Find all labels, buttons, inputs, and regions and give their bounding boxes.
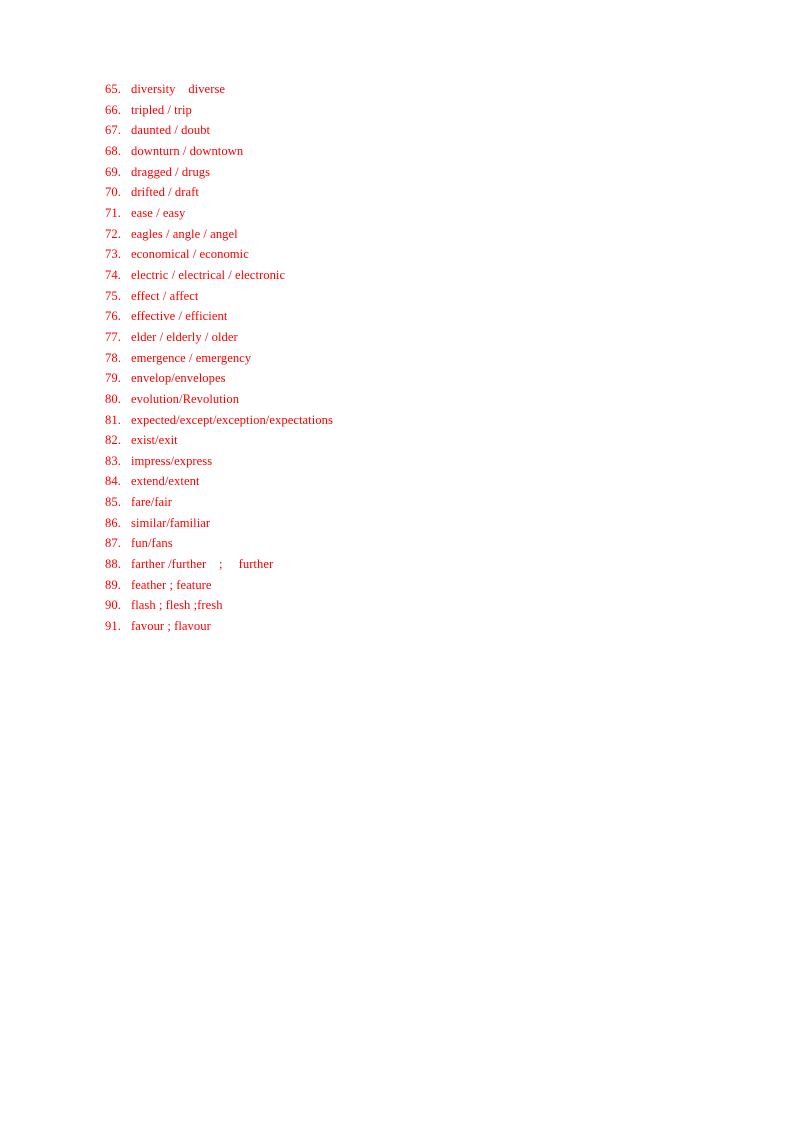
list-item-text: expected/except/exception/expectations [131,412,333,427]
list-item: 88. farther /further ; further [105,554,725,575]
list-item: 86. similar/familiar [105,513,725,534]
list-item-text: effect / affect [131,288,199,303]
list-item-number: 88. [105,557,121,572]
list-item-number: 91. [105,619,121,634]
list-item-number: 82. [105,433,121,448]
list-item: 81. expected/except/exception/expectation… [105,410,725,431]
list-item-number: 75. [105,288,121,303]
list-item: 79. envelop/envelopes [105,368,725,389]
list-item-number: 67. [105,123,121,138]
list-item: 89. feather ; feature [105,575,725,596]
list-item-text: downturn / downtown [131,143,244,158]
list-item-number: 72. [105,226,121,241]
list-item-text: flash ; flesh ;fresh [131,598,223,613]
list-item-text: dragged / drugs [131,164,211,179]
list-item-number: 69. [105,164,121,179]
list-item: 90. flash ; flesh ;fresh [105,595,725,616]
list-item-number: 84. [105,474,121,489]
list-item: 74. electric / electrical / electronic [105,265,725,286]
list-item-number: 70. [105,185,121,200]
list-item: 75. effect / affect [105,286,725,307]
list-item-text: daunted / doubt [131,123,211,138]
vocabulary-list: 65. diversity diverse 66. tripled / trip 67.… [105,79,725,637]
list-item-number: 85. [105,495,121,510]
list-item-text: evolution/Revolution [131,391,240,406]
list-item-number: 76. [105,309,121,324]
list-item-text: exist/exit [131,433,178,448]
list-item: 78. emergence / emergency [105,348,725,369]
list-item-number: 89. [105,577,121,592]
list-item-number: 68. [105,143,121,158]
list-item: 91. favour ; flavour [105,616,725,637]
list-item-number: 66. [105,102,121,117]
list-item: 84. extend/extent [105,471,725,492]
list-item: 83. impress/express [105,451,725,472]
list-item: 72. eagles / angle / angel [105,224,725,245]
list-item-text: drifted / draft [131,185,199,200]
list-item-number: 86. [105,515,121,530]
list-item: 85. fare/fair [105,492,725,513]
list-item: 76. effective / efficient [105,306,725,327]
list-item-text: tripled / trip [131,102,192,117]
list-item-text: diversity diverse [131,82,226,96]
list-item-text: impress/express [131,453,213,468]
list-item-number: 80. [105,391,121,406]
list-item-number: 87. [105,536,121,551]
list-item: 69. dragged / drugs [105,162,725,183]
list-item-text: similar/familiar [131,515,211,530]
list-item-text: envelop/envelopes [131,371,226,386]
list-item-number: 81. [105,412,121,427]
list-item-number: 79. [105,371,121,386]
list-item: 77. elder / elderly / older [105,327,725,348]
list-item: 73. economical / economic [105,244,725,265]
list-item-number: 65. [105,82,121,96]
list-item-text: ease / easy [131,205,186,220]
document-page: 65. diversity diverse 66. tripled / trip 67.… [0,0,794,1123]
list-item: 68. downturn / downtown [105,141,725,162]
list-item-text: farther /further ; further [131,557,274,572]
list-item-number: 71. [105,205,121,220]
list-item-number: 90. [105,598,121,613]
list-item-text: emergence / emergency [131,350,252,365]
list-item-text: economical / economic [131,247,249,262]
list-item-number: 78. [105,350,121,365]
list-item: 80. evolution/Revolution [105,389,725,410]
list-item: 70. drifted / draft [105,182,725,203]
list-item: 87. fun/fans [105,533,725,554]
list-item: 71. ease / easy [105,203,725,224]
list-item-text: elder / elderly / older [131,329,238,344]
list-item-text: effective / efficient [131,309,228,324]
list-item-number: 73. [105,247,121,262]
list-item-text: eagles / angle / angel [131,226,238,241]
list-item-text: fare/fair [131,495,172,510]
list-item-text: feather ; feature [131,577,212,592]
list-item-text: fun/fans [131,536,173,551]
list-item: 67. daunted / doubt [105,120,725,141]
list-item-number: 74. [105,267,121,282]
list-item-text: electric / electrical / electronic [131,267,286,282]
list-item-number: 83. [105,453,121,468]
list-item-text: favour ; flavour [131,619,211,634]
list-item-text: extend/extent [131,474,200,489]
list-item: 65. diversity diverse [105,79,725,100]
list-item: 82. exist/exit [105,430,725,451]
list-item-number: 77. [105,329,121,344]
list-item: 66. tripled / trip [105,100,725,121]
